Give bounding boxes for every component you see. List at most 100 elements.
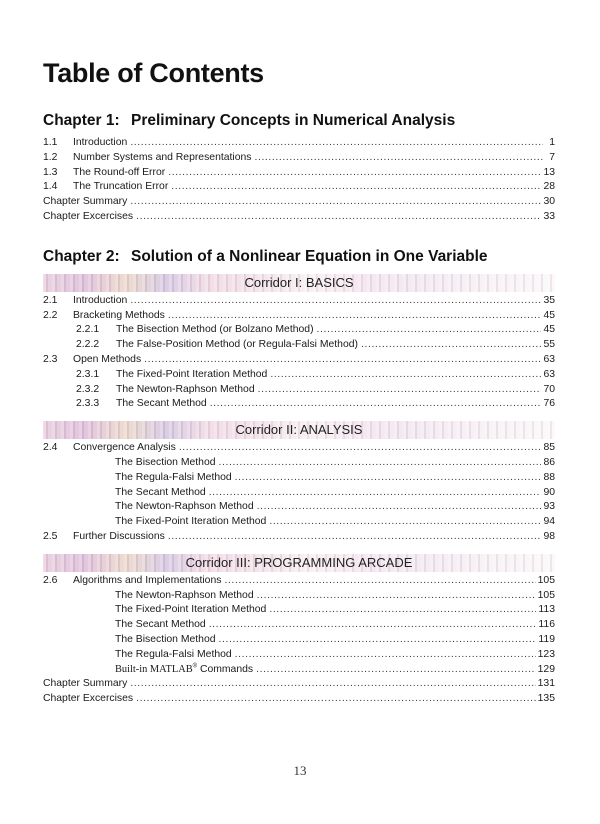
corridor-banner-programming-arcade: Corridor III: PROGRAMMING ARCADE (43, 553, 555, 572)
entry-label-suffix: Commands (197, 663, 254, 675)
dot-leader (361, 338, 541, 353)
dot-leader (209, 486, 542, 501)
dot-leader (270, 368, 541, 383)
toc-entry[interactable]: Chapter Excercises 33 (43, 210, 555, 225)
page-number: 33 (543, 210, 555, 222)
page-number: 76 (543, 398, 555, 410)
entry-label: Bracketing Methods (73, 309, 165, 321)
chapter-title: Solution of a Nonlinear Equation in One … (131, 247, 488, 265)
toc-entry[interactable]: The Regula-Falsi Method 123 (43, 648, 555, 663)
page-number: 135 (537, 693, 555, 705)
toc-entry[interactable]: The Bisection Method 119 (43, 633, 555, 648)
toc-entry[interactable]: 1.4 The Truncation Error 28 (43, 180, 555, 195)
toc-entry[interactable]: 1.3 The Round-off Error 13 (43, 166, 555, 181)
toc-entry[interactable]: The Secant Method 90 (43, 486, 555, 501)
page-number: 123 (537, 648, 555, 660)
dot-leader (219, 633, 537, 648)
dot-leader (257, 589, 536, 604)
dot-leader (269, 515, 541, 530)
section-number: 2.6 (43, 574, 58, 586)
entry-label: The Newton-Raphson Method (115, 501, 254, 513)
section-number: 2.5 (43, 530, 58, 542)
toc-entry[interactable]: 1.1 Introduction 1 (43, 136, 555, 151)
section-number: 1.2 (43, 151, 58, 163)
dot-leader (269, 603, 536, 618)
entry-label: The Round-off Error (73, 166, 166, 178)
section-number: 2.3.1 (76, 368, 100, 380)
entry-label: The Bisection Method (or Bolzano Method) (116, 324, 314, 336)
toc-entry[interactable]: 2.1 Introduction 35 (43, 294, 555, 309)
toc-entry[interactable]: Chapter Excercises 135 (43, 692, 555, 707)
page-number: 88 (543, 471, 555, 483)
toc-entry[interactable]: The Newton-Raphson Method 93 (43, 500, 555, 515)
dot-leader (256, 663, 536, 678)
toc-entry[interactable]: The Fixed-Point Iteration Method 94 (43, 515, 555, 530)
corridor-2-entries: 2.4 Convergence Analysis 85 The Bisection … (43, 441, 555, 545)
page-number: 116 (538, 619, 555, 631)
toc-entry[interactable]: 2.3.1 The Fixed-Point Iteration Method 63 (43, 368, 555, 383)
toc-entry[interactable]: Chapter Summary 30 (43, 195, 555, 210)
page-number: 105 (537, 589, 555, 601)
toc-entry[interactable]: The Secant Method 116 (43, 618, 555, 633)
dot-leader (136, 692, 536, 707)
toc-entry[interactable]: 2.3 Open Methods 63 (43, 353, 555, 368)
section-number: 1.1 (43, 137, 58, 148)
page-number: 45 (543, 309, 555, 321)
dot-leader (210, 397, 542, 412)
chapter-2-heading: Chapter 2: Solution of a Nonlinear Equat… (43, 248, 555, 266)
corridor-label: Corridor I: BASICS (244, 274, 354, 290)
entry-label: The Fixed-Point Iteration Method (115, 516, 267, 528)
section-number: 1.4 (43, 181, 58, 193)
section-number: 2.4 (43, 442, 58, 454)
entry-label: Further Discussions (73, 530, 165, 542)
toc-entry[interactable]: 1.2 Number Systems and Representations 7 (43, 151, 555, 166)
entry-label: Built-in MATLAB® Commands (115, 663, 253, 678)
toc-entry[interactable]: 2.5 Further Discussions 98 (43, 530, 555, 545)
corridor-label: Corridor II: ANALYSIS (235, 422, 363, 438)
page-number: 86 (543, 456, 555, 468)
dot-leader (130, 294, 541, 309)
toc-entry[interactable]: The Fixed-Point Iteration Method 113 (43, 603, 555, 618)
toc-entry[interactable]: 2.2 Bracketing Methods 45 (43, 309, 555, 324)
page-number: 85 (543, 442, 555, 454)
dot-leader (209, 618, 537, 633)
page-title: Table of Contents (43, 58, 264, 88)
toc-entry[interactable]: 2.4 Convergence Analysis 85 (43, 441, 555, 456)
section-number: 2.2.1 (76, 324, 100, 336)
entry-label: The Secant Method (115, 486, 206, 498)
chapter-number: Chapter 2: (43, 247, 120, 265)
toc-entry[interactable]: 2.3.3 The Secant Method 76 (43, 397, 555, 412)
section-number: 2.2 (43, 309, 58, 321)
entry-label: Chapter Excercises (43, 693, 134, 705)
page-number: 30 (543, 196, 555, 208)
toc-entry[interactable]: 2.3.2 The Newton-Raphson Method 70 (43, 383, 555, 398)
toc-entry[interactable]: 2.2.2 The False-Position Method (or Regul… (43, 338, 555, 353)
page-number: 1 (549, 137, 555, 148)
entry-label: Convergence Analysis (73, 442, 176, 454)
dot-leader (130, 136, 543, 151)
dot-leader (224, 574, 535, 589)
entry-label: Open Methods (73, 353, 142, 365)
toc-entry[interactable]: 2.6 Algorithms and Implementations 105 (43, 574, 555, 589)
toc-entry[interactable]: Chapter Summary 131 (43, 677, 555, 692)
page-number: 63 (543, 353, 555, 365)
page-folio: 13 (293, 763, 307, 778)
dot-leader (168, 530, 542, 545)
dot-leader (254, 151, 543, 166)
toc-entry[interactable]: The Bisection Method 86 (43, 456, 555, 471)
page-number: 98 (543, 530, 555, 542)
section-number: 2.3 (43, 353, 58, 365)
entry-label: Chapter Summary (43, 196, 128, 208)
page-number: 35 (543, 294, 555, 306)
dot-leader (130, 195, 541, 210)
toc-entry[interactable]: Built-in MATLAB® Commands 129 (43, 663, 555, 678)
entry-label: The Bisection Method (115, 633, 216, 645)
entry-label: The Fixed-Point Iteration Method (115, 604, 267, 616)
dot-leader (144, 353, 541, 368)
toc-entry[interactable]: The Regula-Falsi Method 88 (43, 471, 555, 486)
page-number: 13 (543, 166, 555, 178)
toc-entry[interactable]: 2.2.1 The Bisection Method (or Bolzano Me… (43, 323, 555, 338)
toc-entry[interactable]: The Newton-Raphson Method 105 (43, 589, 555, 604)
dot-leader (317, 323, 542, 338)
corridor-1-entries: 2.1 Introduction 35 2.2 Bracketing Methods 4… (43, 294, 555, 412)
